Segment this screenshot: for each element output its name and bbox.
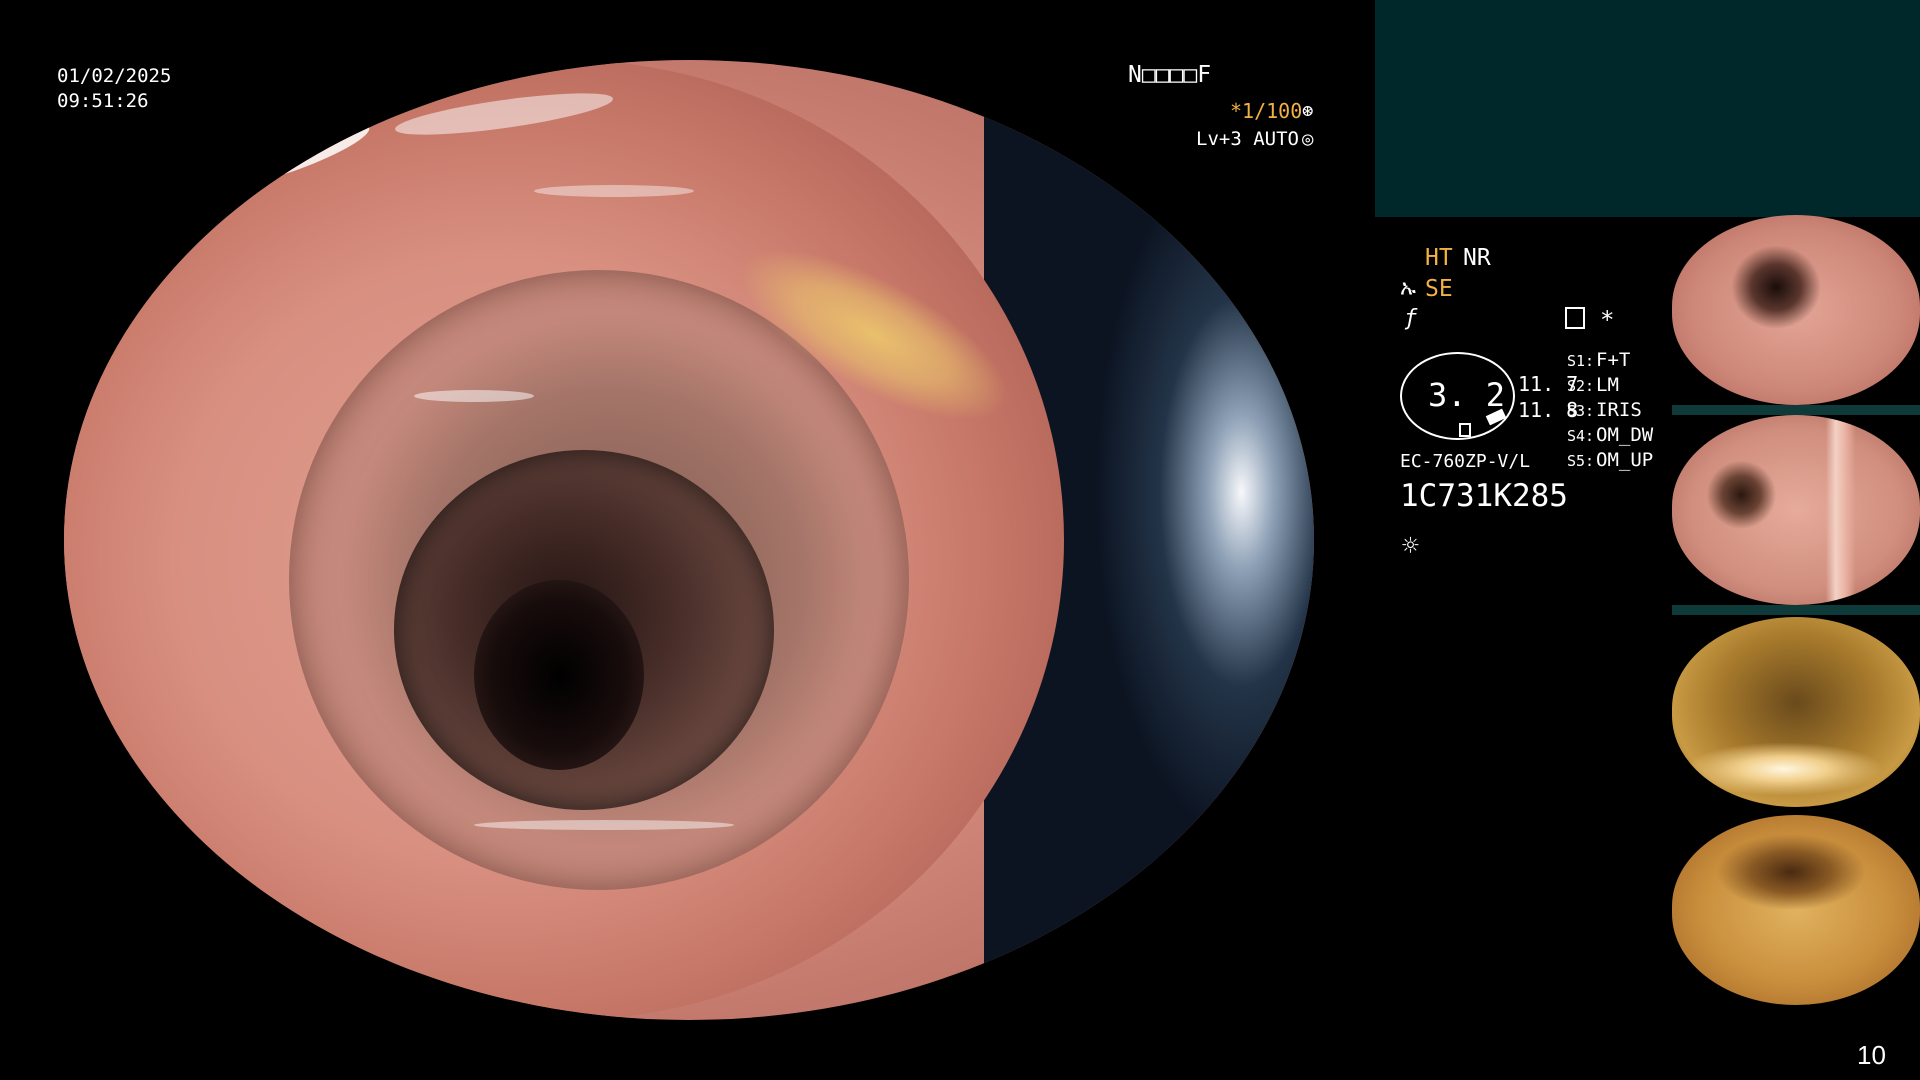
- switch-value-5: OM_UP: [1596, 449, 1654, 471]
- switch-key-4: S4:: [1567, 427, 1595, 445]
- specular-highlight: [474, 820, 734, 830]
- thumbnail-4[interactable]: [1672, 815, 1920, 1005]
- switch-value-4: OM_DW: [1596, 424, 1654, 446]
- sharpness-icon: ኡ: [1400, 276, 1416, 301]
- aperture-icon: ⊛: [1302, 100, 1314, 122]
- scope-model: EC-760ZP-V/L: [1400, 451, 1531, 472]
- zoom-value: 3. 2: [1428, 376, 1506, 414]
- nr-label: NR: [1463, 245, 1491, 271]
- specular-highlight: [534, 185, 694, 197]
- endoscopy-main-view: [64, 60, 1314, 1020]
- switch-key-1: S1:: [1567, 352, 1595, 370]
- sun-icon: ☼: [1402, 529, 1419, 562]
- se-label: SE: [1425, 276, 1453, 302]
- scope-serial: 1C731K285: [1400, 478, 1568, 514]
- ht-label: HT: [1425, 245, 1453, 271]
- switch-value-1: F+T: [1596, 349, 1631, 371]
- gauge-marker-icon: [1459, 423, 1471, 437]
- brightness-level: Lv+3 AUTO: [1196, 128, 1299, 150]
- date-label: 01/02/2025: [57, 65, 172, 87]
- thumbnail-bar: [1672, 405, 1920, 415]
- mode-code: N□□□□F: [1128, 62, 1212, 88]
- switch-key-3: S3:: [1567, 402, 1595, 420]
- thumbnail-2[interactable]: [1672, 415, 1920, 605]
- specular-highlight: [414, 390, 534, 402]
- thumbnail-1[interactable]: [1672, 215, 1920, 405]
- frequency-icon: ƒ: [1404, 306, 1418, 331]
- thumbnail-3[interactable]: [1672, 617, 1920, 807]
- lumen: [474, 580, 644, 770]
- target-icon: ◎: [1302, 128, 1314, 150]
- time-label: 09:51:26: [57, 90, 149, 112]
- asterisk-label: *: [1600, 306, 1615, 334]
- switch-value-3: IRIS: [1596, 399, 1642, 421]
- memo-icon: [1565, 307, 1585, 329]
- info-panel-header: [1375, 0, 1920, 217]
- shutter-speed: *1/100: [1230, 99, 1303, 123]
- switch-key-5: S5:: [1567, 452, 1595, 470]
- thumbnail-bar: [1672, 605, 1920, 615]
- switch-value-2: LM: [1596, 374, 1619, 396]
- switch-key-2: S2:: [1567, 377, 1595, 395]
- page-number: 10: [1857, 1040, 1886, 1070]
